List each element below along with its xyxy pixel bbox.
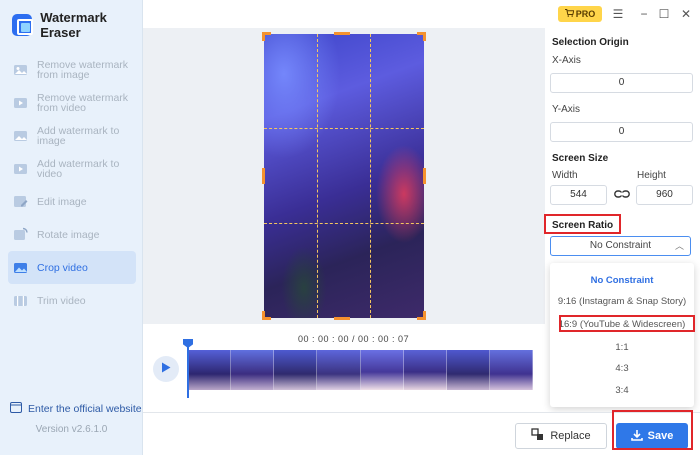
ratio-option-4-3[interactable]: 4:3 — [550, 363, 694, 374]
crop-handle-left[interactable] — [262, 168, 265, 184]
sidebar-item-crop-video[interactable]: Crop video — [8, 251, 136, 284]
crop-handle-bottom-left[interactable] — [262, 311, 271, 320]
chevron-up-icon: ︿ — [674, 241, 684, 251]
ratio-option-no-constraint[interactable]: No Constraint — [550, 275, 694, 286]
cart-icon — [564, 9, 575, 19]
timeline-frame — [360, 350, 404, 390]
sidebar-nav: Remove watermark from image Remove water… — [8, 53, 136, 317]
app-logo-icon — [12, 14, 34, 36]
sidebar-item-add-watermark-image[interactable]: Add watermark to image — [8, 119, 136, 152]
video-scene — [264, 208, 344, 318]
official-website-link[interactable]: Enter the official website — [10, 402, 142, 416]
crop-video-icon — [13, 260, 28, 275]
crop-grid-line — [370, 34, 371, 318]
crop-handle-top[interactable] — [334, 32, 350, 35]
sidebar-item-label: Add watermark to video — [37, 157, 120, 180]
eraser-image-icon — [13, 62, 28, 77]
sidebar: Watermark Eraser Remove watermark from i… — [0, 0, 143, 455]
height-label: Height — [637, 170, 666, 181]
sidebar-item-label: Remove watermark from video — [37, 91, 129, 114]
minimize-icon[interactable]: − — [636, 6, 652, 22]
title-bar: PRO ☰ − ☐ ✕ — [143, 0, 700, 28]
screen-ratio-select[interactable]: No Constraint ︿ — [550, 236, 691, 256]
x-axis-label: X-Axis — [552, 55, 581, 66]
video-frame — [264, 34, 424, 318]
play-button[interactable] — [153, 356, 179, 382]
app-title: Watermark Eraser — [40, 10, 107, 40]
y-axis-input[interactable]: 0 — [550, 122, 693, 142]
crop-handle-top-left[interactable] — [262, 32, 271, 41]
sidebar-item-label: Trim video — [37, 294, 86, 307]
close-icon[interactable]: ✕ — [678, 6, 694, 22]
sidebar-item-trim-video[interactable]: Trim video — [8, 284, 136, 317]
timeline-frame — [489, 350, 533, 390]
screen-ratio-selected: No Constraint — [589, 240, 652, 251]
screen-size-title: Screen Size — [552, 153, 609, 164]
crop-grid-line — [264, 223, 424, 224]
maximize-icon[interactable]: ☐ — [656, 6, 672, 22]
add-video-icon — [13, 161, 28, 176]
timeline-filmstrip[interactable] — [188, 350, 533, 390]
playhead[interactable] — [187, 340, 189, 398]
crop-handle-bottom[interactable] — [334, 317, 350, 320]
save-highlight — [612, 410, 693, 450]
crop-handle-right[interactable] — [423, 168, 426, 184]
crop-grid-line — [264, 128, 424, 129]
screen-ratio-dropdown: No Constraint 9:16 (Instagram & Snap Sto… — [550, 263, 694, 407]
replace-label: Replace — [550, 430, 591, 442]
y-axis-label: Y-Axis — [552, 104, 580, 115]
timeline-frame — [403, 350, 447, 390]
browser-icon — [10, 402, 22, 416]
width-label: Width — [552, 170, 578, 181]
sidebar-item-remove-watermark-video[interactable]: Remove watermark from video — [8, 86, 136, 119]
app-brand: Watermark Eraser — [12, 10, 142, 40]
crop-handle-bottom-right[interactable] — [417, 311, 426, 320]
ratio-option-1-1[interactable]: 1:1 — [550, 342, 694, 353]
replace-button[interactable]: Replace — [515, 423, 607, 449]
timeline-frame — [274, 350, 318, 390]
edit-image-icon — [13, 194, 28, 209]
play-icon — [161, 362, 171, 376]
selection-origin-title: Selection Origin — [552, 37, 629, 48]
ratio-16-9-highlight — [559, 315, 695, 332]
sidebar-item-rotate-image[interactable]: Rotate image — [8, 218, 136, 251]
version-label: Version v2.6.1.0 — [35, 424, 108, 435]
timeline-frame — [188, 350, 232, 390]
sidebar-item-label: Remove watermark from image — [37, 58, 129, 81]
sidebar-item-label: Add watermark to image — [37, 124, 120, 147]
screen-ratio-highlight — [544, 214, 621, 234]
sidebar-item-add-watermark-video[interactable]: Add watermark to video — [8, 152, 136, 185]
sidebar-item-edit-image[interactable]: Edit image — [8, 185, 136, 218]
add-image-icon — [13, 128, 28, 143]
crop-handle-top-right[interactable] — [417, 32, 426, 41]
ratio-option-9-16[interactable]: 9:16 (Instagram & Snap Story) — [550, 296, 694, 307]
menu-icon[interactable]: ☰ — [610, 6, 626, 22]
replace-icon — [531, 428, 544, 444]
link-ratio-icon[interactable] — [614, 187, 630, 201]
width-input[interactable]: 544 — [550, 185, 607, 205]
x-axis-input[interactable]: 0 — [550, 73, 693, 93]
rotate-image-icon — [13, 227, 28, 242]
pro-label: PRO — [575, 9, 596, 19]
timeline-frame — [317, 350, 361, 390]
sidebar-item-remove-watermark-image[interactable]: Remove watermark from image — [8, 53, 136, 86]
trim-video-icon — [13, 293, 28, 308]
pro-badge[interactable]: PRO — [558, 6, 602, 22]
height-input[interactable]: 960 — [636, 185, 693, 205]
crop-grid-line — [317, 34, 318, 318]
official-website-label: Enter the official website — [28, 403, 142, 415]
sidebar-item-label: Crop video — [37, 261, 88, 274]
sidebar-item-label: Rotate image — [37, 228, 100, 241]
timeline-frame — [231, 350, 275, 390]
eraser-video-icon — [13, 95, 28, 110]
sidebar-item-label: Edit image — [37, 195, 87, 208]
ratio-option-3-4[interactable]: 3:4 — [550, 385, 694, 396]
timeline-frame — [446, 350, 490, 390]
playback-time: 00 : 00 : 00 / 00 : 00 : 07 — [298, 334, 410, 344]
